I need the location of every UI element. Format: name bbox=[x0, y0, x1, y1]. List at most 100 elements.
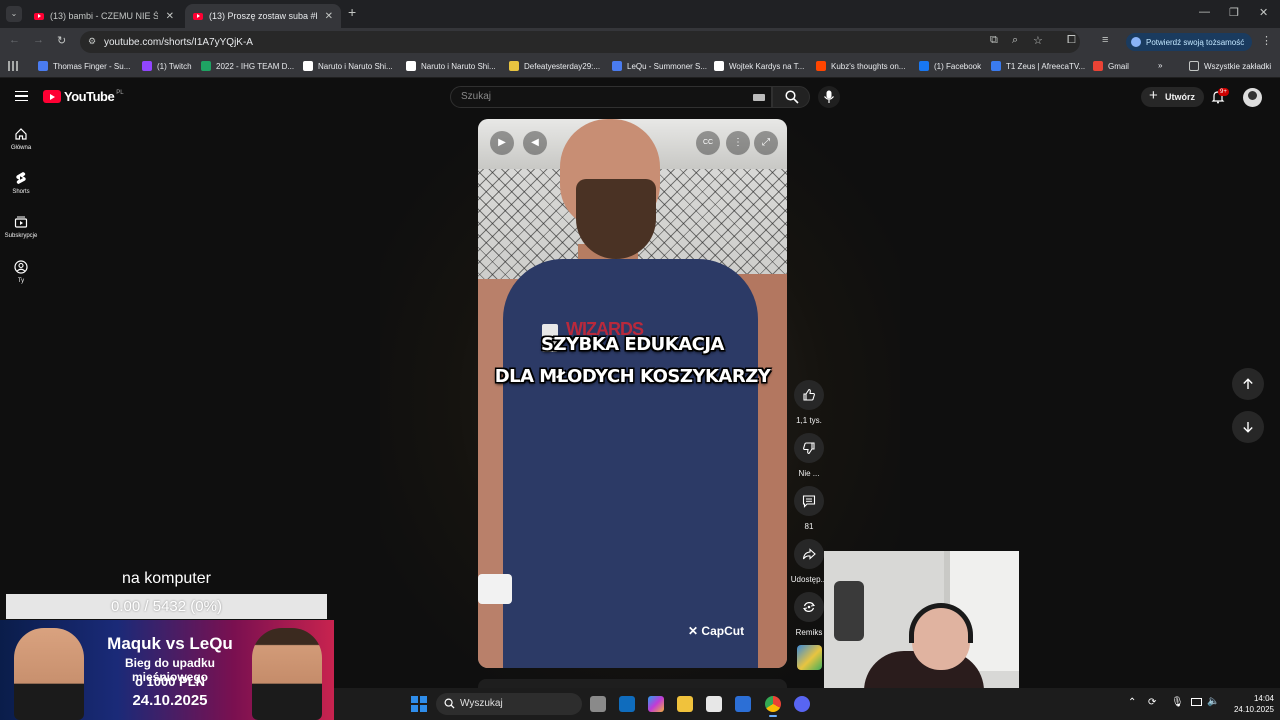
verify-identity-button[interactable]: Potwierdź swoją tożsamość bbox=[1126, 33, 1253, 51]
search-input[interactable]: Szukaj bbox=[450, 86, 772, 108]
store-icon[interactable] bbox=[706, 696, 722, 712]
bookmark-item[interactable]: T1 Zeus | AfreecaTV... bbox=[991, 61, 1085, 71]
apps-grid-icon[interactable] bbox=[8, 61, 18, 71]
tab-close-icon[interactable]: ✕ bbox=[325, 11, 333, 22]
create-button[interactable]: Utwórz bbox=[1141, 86, 1204, 107]
dislike-label: Nie ... bbox=[798, 469, 820, 478]
previous-short-button[interactable] bbox=[1232, 368, 1264, 400]
bookmark-item[interactable]: Naruto i Naruto Shi... bbox=[406, 61, 496, 71]
bookmark-item[interactable]: Thomas Finger - Su... bbox=[38, 61, 130, 71]
windows-start-icon[interactable] bbox=[411, 696, 427, 712]
tray-volume-icon[interactable]: 🔈 bbox=[1207, 696, 1219, 707]
volume-icon[interactable]: ◀ bbox=[523, 131, 547, 155]
comments-button[interactable]: 81 bbox=[788, 486, 830, 531]
bookmark-label: Kubz's thoughts on... bbox=[831, 61, 906, 71]
extensions-icon[interactable]: ⧠ bbox=[1067, 34, 1076, 47]
bookmark-favicon-icon bbox=[612, 61, 622, 71]
sound-thumbnail[interactable] bbox=[797, 645, 822, 670]
all-bookmarks-folder[interactable]: Wszystkie zakładki bbox=[1189, 61, 1271, 71]
captions-icon[interactable]: CC bbox=[696, 131, 720, 155]
maximize-icon[interactable]: ❐ bbox=[1229, 6, 1239, 19]
chrome-active-indicator bbox=[769, 715, 777, 717]
more-options-icon[interactable]: ⋮ bbox=[726, 131, 750, 155]
sidebar-item-you[interactable]: Ty bbox=[0, 260, 42, 284]
bookmarks-overflow-icon[interactable]: » bbox=[1158, 61, 1162, 70]
bookmark-label: T1 Zeus | AfreecaTV... bbox=[1006, 61, 1086, 71]
file-explorer-icon[interactable] bbox=[677, 696, 693, 712]
close-window-icon[interactable]: ✕ bbox=[1259, 6, 1268, 19]
bookmark-item[interactable]: 2022 - IHG TEAM D... bbox=[201, 61, 294, 71]
task-view-icon[interactable] bbox=[590, 696, 606, 712]
sidebar-item-subscriptions[interactable]: Subskrypcje bbox=[0, 215, 42, 239]
play-icon[interactable]: ▶ bbox=[490, 131, 514, 155]
back-icon[interactable]: ← bbox=[9, 34, 20, 46]
outlook-icon[interactable] bbox=[619, 696, 635, 712]
next-short-button[interactable] bbox=[1232, 411, 1264, 443]
hamburger-menu-icon[interactable] bbox=[15, 91, 28, 101]
voice-search-button[interactable] bbox=[818, 86, 840, 108]
keyboard-icon[interactable] bbox=[753, 94, 765, 101]
install-app-icon[interactable]: ⧉ bbox=[990, 34, 998, 47]
bookmark-star-icon[interactable]: ☆ bbox=[1033, 34, 1043, 47]
new-tab-icon[interactable]: + bbox=[348, 4, 356, 20]
bookmark-item[interactable]: Wojtek Kardys na T... bbox=[714, 61, 804, 71]
banner-player-right bbox=[252, 628, 322, 720]
media-controls-icon[interactable]: ≡ bbox=[1102, 34, 1108, 46]
copilot-icon[interactable] bbox=[648, 696, 664, 712]
arrow-up-icon bbox=[1243, 378, 1253, 389]
chrome-menu-icon[interactable]: ⋮ bbox=[1261, 34, 1272, 47]
site-info-icon[interactable]: ⚙ bbox=[88, 36, 96, 47]
tab-current-short[interactable]: (13) Proszę zostaw suba #basketball ✕ bbox=[185, 4, 341, 28]
sidebar-item-shorts[interactable]: Shorts bbox=[0, 171, 42, 195]
notifications-count-badge: 9+ bbox=[1218, 88, 1229, 96]
taskbar-clock[interactable]: 14:04 24.10.2025 bbox=[1222, 693, 1274, 715]
bookmark-item[interactable]: (1) Twitch bbox=[142, 61, 192, 71]
browser-tab-strip: ⌄ (13) bambi - CZEMU NIE ŚPISZ? ✕ (13) P… bbox=[0, 0, 1280, 28]
share-label: Udostęp... bbox=[790, 575, 828, 584]
bookmark-favicon-icon bbox=[919, 61, 929, 71]
bookmark-item[interactable]: Gmail bbox=[1093, 61, 1129, 71]
fullscreen-icon[interactable]: ⤢ bbox=[754, 131, 778, 155]
tray-display-icon[interactable] bbox=[1191, 698, 1202, 706]
account-avatar[interactable] bbox=[1243, 88, 1262, 107]
tray-overflow-icon[interactable]: ⌃ bbox=[1128, 697, 1136, 708]
bookmark-favicon-icon bbox=[201, 61, 211, 71]
like-button[interactable]: 1,1 tys. bbox=[788, 380, 830, 425]
bookmark-item[interactable]: Naruto i Naruto Shi... bbox=[303, 61, 393, 71]
bookmark-favicon-icon bbox=[991, 61, 1001, 71]
discord-icon[interactable] bbox=[794, 696, 810, 712]
tab-bambi[interactable]: (13) bambi - CZEMU NIE ŚPISZ? ✕ bbox=[26, 4, 182, 28]
tray-sync-icon[interactable]: ⟳ bbox=[1148, 697, 1156, 708]
bookmark-label: Gmail bbox=[1108, 61, 1129, 71]
short-video-player[interactable]: WIZARDS SZYBKA EDUKACJA DLA MŁODYCH KOSZ… bbox=[478, 119, 787, 668]
reload-icon[interactable]: ↻ bbox=[57, 34, 66, 47]
like-count: 1,1 tys. bbox=[796, 416, 822, 425]
chrome-icon[interactable] bbox=[765, 696, 781, 712]
bookmark-favicon-icon bbox=[38, 61, 48, 71]
search-button[interactable] bbox=[772, 86, 810, 108]
zoom-icon[interactable]: ⌕ bbox=[1012, 34, 1018, 47]
bookmark-item[interactable]: LeQu - Summoner S... bbox=[612, 61, 707, 71]
address-bar[interactable]: ⚙ youtube.com/shorts/I1A7yYQjK-A bbox=[80, 31, 1080, 53]
minimize-icon[interactable]: — bbox=[1199, 6, 1210, 18]
taskbar-search[interactable]: Wyszukaj bbox=[436, 693, 582, 715]
bookmark-item[interactable]: Defeatyesterday29:... bbox=[509, 61, 600, 71]
dislike-button[interactable]: Nie ... bbox=[788, 433, 830, 478]
youtube-logo[interactable]: YouTube PL bbox=[43, 89, 124, 104]
bookmark-favicon-icon bbox=[142, 61, 152, 71]
home-icon bbox=[15, 128, 27, 140]
bookmark-item[interactable]: Kubz's thoughts on... bbox=[816, 61, 905, 71]
tab-close-icon[interactable]: ✕ bbox=[166, 11, 174, 22]
bookmark-item[interactable]: (1) Facebook bbox=[919, 61, 981, 71]
clock-time: 14:04 bbox=[1253, 694, 1274, 703]
sidebar-item-label: Główna bbox=[10, 145, 32, 151]
wristband bbox=[478, 574, 512, 604]
sidebar-item-home[interactable]: Główna bbox=[0, 127, 42, 151]
tab-search-icon[interactable]: ⌄ bbox=[6, 6, 22, 22]
banner-date: 24.10.2025 bbox=[132, 692, 208, 709]
bookmark-label: Thomas Finger - Su... bbox=[53, 61, 131, 71]
video-figure-beard bbox=[576, 179, 656, 259]
tray-mic-icon[interactable]: 🎙 bbox=[1171, 697, 1184, 708]
app-icon[interactable] bbox=[735, 696, 751, 712]
forward-icon[interactable]: → bbox=[33, 34, 44, 46]
